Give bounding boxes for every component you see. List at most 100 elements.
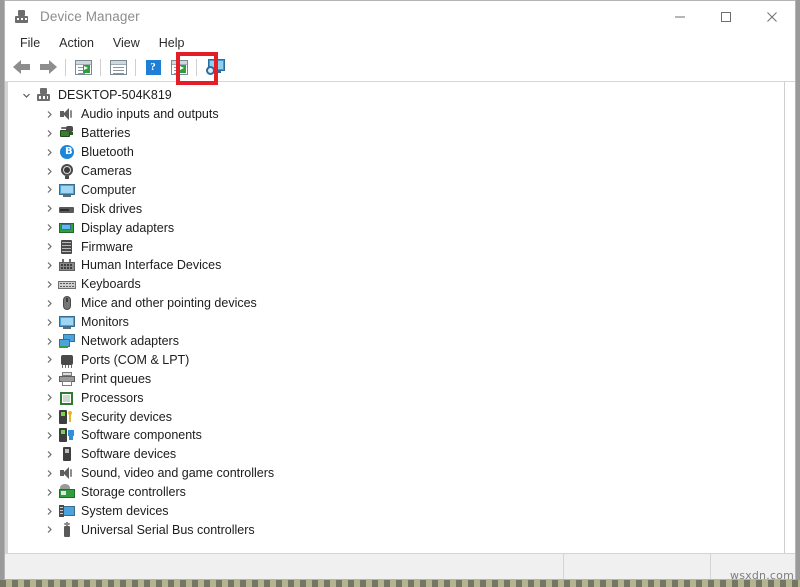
menu-bar: File Action View Help bbox=[5, 32, 795, 53]
firmware-icon bbox=[58, 239, 76, 255]
tree-item-sound-video-and-game-controllers[interactable]: Sound, video and game controllers bbox=[8, 464, 784, 483]
chevron-right-icon[interactable] bbox=[43, 450, 56, 459]
tree-item-software-components[interactable]: Software components bbox=[8, 426, 784, 445]
chevron-right-icon[interactable] bbox=[43, 507, 56, 516]
chevron-right-icon[interactable] bbox=[43, 337, 56, 346]
tree-item-label: Firmware bbox=[81, 240, 133, 254]
chevron-down-icon[interactable] bbox=[20, 91, 33, 100]
tree-item-bluetooth[interactable]: B Bluetooth bbox=[8, 143, 784, 162]
minimize-icon bbox=[674, 11, 686, 23]
tree-item-security-devices[interactable]: Security devices bbox=[8, 407, 784, 426]
chevron-right-icon[interactable] bbox=[43, 374, 56, 383]
tree-item-batteries[interactable]: Batteries bbox=[8, 124, 784, 143]
chevron-right-icon[interactable] bbox=[43, 242, 56, 251]
chevron-right-icon[interactable] bbox=[43, 129, 56, 138]
port-icon bbox=[58, 352, 76, 368]
tree-item-processors[interactable]: Processors bbox=[8, 388, 784, 407]
tree-item-keyboards[interactable]: Keyboards bbox=[8, 275, 784, 294]
help-icon: ? bbox=[146, 60, 161, 75]
tree-item-ports-com-and-lpt[interactable]: Ports (COM & LPT) bbox=[8, 350, 784, 369]
window-title: Device Manager bbox=[40, 9, 140, 24]
menu-view[interactable]: View bbox=[106, 35, 147, 51]
chevron-right-icon[interactable] bbox=[43, 318, 56, 327]
tree-item-computer[interactable]: Computer bbox=[8, 180, 784, 199]
menu-help[interactable]: Help bbox=[152, 35, 192, 51]
chevron-right-icon[interactable] bbox=[43, 110, 56, 119]
battery-icon bbox=[58, 125, 76, 141]
tree-item-label: Print queues bbox=[81, 372, 151, 386]
chevron-right-icon[interactable] bbox=[43, 525, 56, 534]
maximize-button[interactable] bbox=[703, 1, 749, 32]
device-tree[interactable]: DESKTOP-504K819 Audio inputs and outputs bbox=[8, 82, 785, 553]
chevron-right-icon[interactable] bbox=[43, 469, 56, 478]
status-bar-main bbox=[5, 554, 564, 579]
status-bar-middle bbox=[564, 554, 711, 579]
tree-item-universal-serial-bus-controllers[interactable]: Universal Serial Bus controllers bbox=[8, 520, 784, 539]
chevron-right-icon[interactable] bbox=[43, 261, 56, 270]
chevron-right-icon[interactable] bbox=[43, 204, 56, 213]
chevron-right-icon[interactable] bbox=[43, 280, 56, 289]
toolbar-separator-1 bbox=[65, 59, 66, 76]
chevron-right-icon[interactable] bbox=[43, 355, 56, 364]
chevron-right-icon[interactable] bbox=[43, 299, 56, 308]
device-manager-window: Device Manager bbox=[4, 0, 796, 580]
menu-file[interactable]: File bbox=[13, 35, 47, 51]
tree-item-label: System devices bbox=[81, 504, 169, 518]
tree-item-audio-inputs-and-outputs[interactable]: Audio inputs and outputs bbox=[8, 105, 784, 124]
close-button[interactable] bbox=[749, 1, 795, 32]
monitor-icon bbox=[58, 182, 76, 198]
chevron-right-icon[interactable] bbox=[43, 148, 56, 157]
disk-drive-icon bbox=[58, 201, 76, 217]
properties-icon bbox=[75, 60, 92, 75]
tree-item-cameras[interactable]: Cameras bbox=[8, 162, 784, 181]
toolbar-separator-3 bbox=[135, 59, 136, 76]
show-hidden-icon bbox=[171, 60, 188, 75]
help-button[interactable]: ? bbox=[140, 55, 166, 79]
tree-root-item[interactable]: DESKTOP-504K819 bbox=[8, 86, 784, 105]
tree-item-storage-controllers[interactable]: Storage controllers bbox=[8, 483, 784, 502]
bottom-edge-strip bbox=[0, 580, 800, 587]
chevron-right-icon[interactable] bbox=[43, 393, 56, 402]
chevron-right-icon[interactable] bbox=[43, 431, 56, 440]
title-bar: Device Manager bbox=[5, 1, 795, 32]
tree-item-system-devices[interactable]: System devices bbox=[8, 502, 784, 521]
chevron-right-icon[interactable] bbox=[43, 185, 56, 194]
tree-item-firmware[interactable]: Firmware bbox=[8, 237, 784, 256]
computer-root-icon bbox=[35, 87, 53, 103]
tree-item-monitors[interactable]: Monitors bbox=[8, 313, 784, 332]
tree-item-mice-and-other-pointing-devices[interactable]: Mice and other pointing devices bbox=[8, 294, 784, 313]
network-adapter-icon bbox=[58, 333, 76, 349]
tree-item-label: Human Interface Devices bbox=[81, 258, 221, 272]
show-hidden-devices-button[interactable] bbox=[166, 55, 192, 79]
tree-item-display-adapters[interactable]: Display adapters bbox=[8, 218, 784, 237]
tree-item-network-adapters[interactable]: Network adapters bbox=[8, 332, 784, 351]
forward-button[interactable] bbox=[35, 55, 61, 79]
scan-hardware-changes-button[interactable] bbox=[201, 55, 231, 79]
scan-hardware-icon bbox=[206, 59, 226, 75]
processor-icon bbox=[58, 390, 76, 406]
chevron-right-icon[interactable] bbox=[43, 488, 56, 497]
chevron-right-icon[interactable] bbox=[43, 223, 56, 232]
tree-item-label: Processors bbox=[81, 391, 144, 405]
speaker-icon bbox=[58, 106, 76, 122]
tree-item-disk-drives[interactable]: Disk drives bbox=[8, 199, 784, 218]
menu-action[interactable]: Action bbox=[52, 35, 101, 51]
content-area: DESKTOP-504K819 Audio inputs and outputs bbox=[5, 82, 795, 553]
update-driver-button[interactable] bbox=[105, 55, 131, 79]
tree-item-label: Cameras bbox=[81, 164, 132, 178]
tree-item-software-devices[interactable]: Software devices bbox=[8, 445, 784, 464]
minimize-button[interactable] bbox=[657, 1, 703, 32]
toolbar-separator-4 bbox=[196, 59, 197, 76]
update-driver-icon bbox=[110, 60, 127, 75]
tree-item-label: Disk drives bbox=[81, 202, 142, 216]
hid-icon bbox=[58, 257, 76, 273]
tree-item-human-interface-devices[interactable]: Human Interface Devices bbox=[8, 256, 784, 275]
watermark: wsxdn.com bbox=[730, 569, 794, 582]
back-button[interactable] bbox=[9, 55, 35, 79]
tree-item-label: Network adapters bbox=[81, 334, 179, 348]
chevron-right-icon[interactable] bbox=[43, 167, 56, 176]
properties-button[interactable] bbox=[70, 55, 96, 79]
chevron-right-icon[interactable] bbox=[43, 412, 56, 421]
tree-item-print-queues[interactable]: Print queues bbox=[8, 369, 784, 388]
tree-item-label: Software components bbox=[81, 428, 202, 442]
